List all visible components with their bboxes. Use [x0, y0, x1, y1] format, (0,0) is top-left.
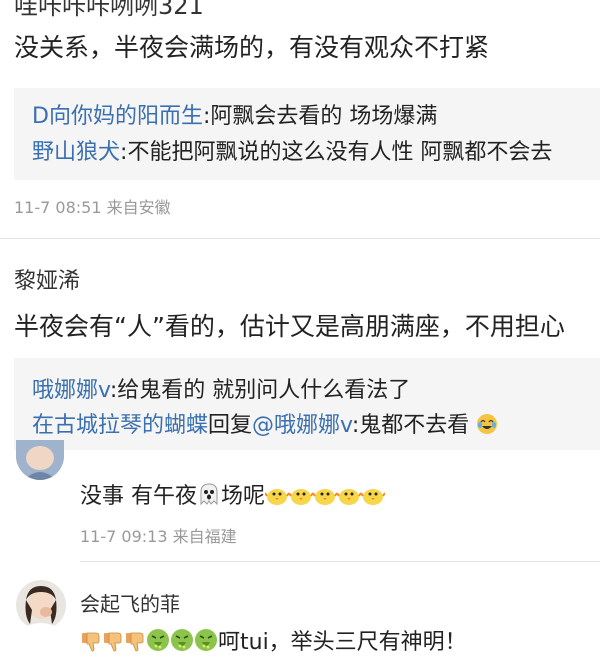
subcomment-meta: 11-7 09:13 来自福建 [80, 527, 237, 546]
avatar[interactable] [16, 440, 64, 480]
reply-item[interactable]: 野山狼犬:不能把阿飘说的这么没有人性 阿飘都不会去 [32, 134, 600, 166]
subcomment-text-a: 没事 有午夜 [80, 484, 197, 509]
subcomment-text-body: 呵tui，举头三尺有神明！ [218, 630, 467, 655]
subcomment-text: 没事 有午夜 场呢 [80, 478, 386, 512]
subcomment-text-b: 场呢 [221, 484, 266, 509]
reply-text: 阿飘会去看的 场场爆满 [210, 104, 438, 129]
chick-emoji-icon [312, 484, 338, 512]
avatar[interactable] [16, 580, 66, 630]
post-author-partial[interactable]: 哇咔咔咔咧咧321 [14, 0, 204, 21]
reply-text: 不能把阿飘说的这么没有人性 阿飘都不会去 [127, 140, 553, 165]
chick-emoji-row [264, 484, 386, 512]
thumbs-down-emoji-icon [80, 630, 102, 658]
chick-emoji-icon [288, 484, 314, 512]
reply-item[interactable]: 在古城拉琴的蝴蝶回复@哦娜娜v:鬼都不去看 [32, 407, 600, 441]
chick-emoji-icon [264, 484, 290, 512]
emoji-row [80, 628, 218, 658]
reply-text: 给鬼看的 就别问人什么看法了 [117, 378, 411, 403]
post-author[interactable]: 黎娅浠 [14, 263, 80, 295]
reply-box[interactable]: D向你妈的阳而生:阿飘会去看的 场场爆满 野山狼犬:不能把阿飘说的这么没有人性 … [14, 88, 600, 180]
reply-text: 鬼都不去看 [359, 413, 470, 438]
vomit-emoji-icon [146, 628, 170, 658]
divider [0, 238, 600, 239]
reply-author[interactable]: 野山狼犬 [32, 140, 120, 165]
subcomment-author[interactable]: 会起飞的菲 [80, 588, 180, 617]
thumbs-down-emoji-icon [102, 630, 124, 658]
reply-mention[interactable]: @哦娜娜v [252, 413, 352, 438]
thumbs-down-emoji-icon [124, 630, 146, 658]
post-text: 半夜会有“人”看的，估计又是高朋满座，不用担心 [14, 312, 565, 341]
reply-author[interactable]: 在古城拉琴的蝴蝶 [32, 413, 208, 438]
subcomment-text: 呵tui，举头三尺有神明！ [80, 624, 467, 658]
laugh-cry-emoji-icon [476, 413, 498, 441]
post-text: 没关系，半夜会满场的，有没有观众不打紧 [14, 33, 490, 62]
reply-box[interactable]: 哦娜娜v:给鬼看的 就别问人什么看法了 在古城拉琴的蝴蝶回复@哦娜娜v:鬼都不去… [14, 358, 600, 450]
reply-mid: 回复 [208, 413, 253, 438]
vomit-emoji-icon [170, 628, 194, 658]
ghost-emoji-icon [197, 482, 221, 512]
post-meta: 11-7 08:51 来自安徽 [14, 198, 171, 217]
reply-item[interactable]: 哦娜娜v:给鬼看的 就别问人什么看法了 [32, 372, 600, 404]
chick-emoji-icon [336, 484, 362, 512]
reply-author[interactable]: 哦娜娜v [32, 378, 110, 403]
vomit-emoji-icon [194, 628, 218, 658]
chick-emoji-icon [360, 484, 386, 512]
reply-author[interactable]: D向你妈的阳而生 [32, 104, 203, 129]
divider [80, 561, 600, 562]
reply-item[interactable]: D向你妈的阳而生:阿飘会去看的 场场爆满 [32, 98, 600, 130]
